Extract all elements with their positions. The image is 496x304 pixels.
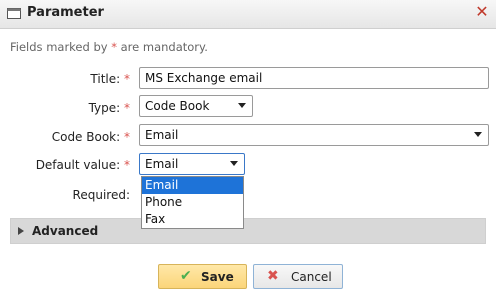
dropdown-option-email[interactable]: Email: [142, 177, 243, 194]
mandatory-note-suffix: are mandatory.: [116, 40, 208, 54]
dialog-title: Parameter: [27, 5, 104, 20]
required-star: *: [124, 158, 130, 172]
cancel-button[interactable]: ✖ Cancel: [253, 264, 343, 289]
required-star: *: [124, 72, 130, 86]
checkmark-icon: ✔: [180, 268, 192, 284]
dialog-titlebar: Parameter ✕: [0, 0, 496, 29]
code-book-select-value: Email: [145, 128, 179, 142]
required-star: *: [124, 130, 130, 144]
title-label-text: Title:: [90, 72, 121, 86]
code-book-label: Code Book: *: [52, 130, 130, 144]
cancel-button-label: Cancel: [291, 270, 332, 284]
dropdown-option-fax[interactable]: Fax: [142, 211, 243, 228]
required-star: *: [124, 101, 130, 115]
default-value-select-value: Email: [145, 157, 179, 171]
advanced-section-header[interactable]: Advanced: [10, 218, 486, 244]
chevron-down-icon: [230, 161, 238, 166]
type-select[interactable]: Code Book: [139, 95, 253, 117]
mandatory-note: Fields marked by * are mandatory.: [10, 40, 208, 54]
save-button-label: Save: [201, 270, 234, 284]
chevron-down-icon: [238, 103, 246, 108]
type-select-value: Code Book: [145, 99, 210, 113]
code-book-select[interactable]: Email: [139, 124, 489, 146]
type-label: Type: *: [89, 101, 130, 115]
default-value-select[interactable]: Email: [139, 153, 245, 175]
default-value-label: Default value: *: [36, 158, 130, 172]
code-book-label-text: Code Book:: [51, 130, 121, 144]
save-button[interactable]: ✔ Save: [158, 264, 247, 289]
triangle-right-icon: [18, 227, 24, 235]
type-label-text: Type:: [88, 101, 121, 115]
chevron-down-icon: [474, 132, 482, 137]
close-icon[interactable]: ✕: [474, 4, 490, 20]
default-value-label-text: Default value:: [35, 158, 121, 172]
default-value-dropdown: Email Phone Fax: [141, 176, 244, 229]
dropdown-option-phone[interactable]: Phone: [142, 194, 243, 211]
dialog-icon: [7, 8, 21, 19]
close-icon: ✖: [267, 268, 279, 284]
advanced-section-title: Advanced: [32, 224, 99, 238]
mandatory-note-prefix: Fields marked by: [10, 40, 112, 54]
required-label: Required:: [72, 188, 130, 202]
title-label: Title: *: [90, 72, 130, 86]
title-input[interactable]: [139, 67, 489, 89]
